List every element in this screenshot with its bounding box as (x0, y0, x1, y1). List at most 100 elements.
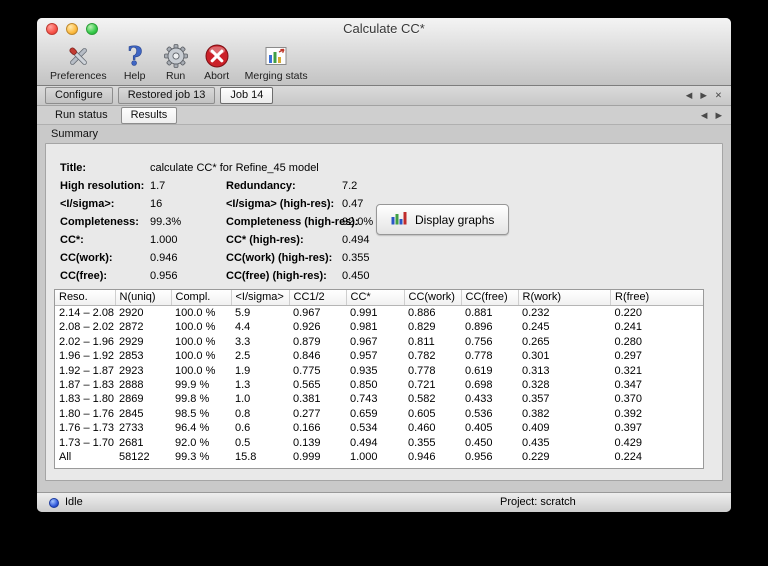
tab-results[interactable]: Results (120, 106, 178, 124)
cell-isigma: 0.6 (235, 422, 251, 435)
table-column-header[interactable]: Reso. (55, 290, 116, 306)
table-column-header[interactable]: CC1/2 (289, 290, 347, 306)
cell-nuniq: 2845 (119, 407, 144, 420)
cell-ccwork: 0.460 (408, 422, 436, 435)
cell-ccfree: 0.619 (465, 364, 493, 377)
table-column-header[interactable]: Compl. (171, 290, 232, 306)
cell-cc12: 0.999 (293, 451, 321, 464)
job-tab-controls: ◀ ▶ ✕ (686, 86, 722, 105)
table-row[interactable]: 2.02 – 1.96 2929 100.0 % 3.3 0.879 0.967… (55, 335, 703, 349)
project-label: Project: scratch (500, 496, 576, 508)
result-tab-controls: ◀ ▶ (701, 106, 722, 124)
minimize-window-button[interactable] (66, 23, 78, 35)
cell-nuniq: 2888 (119, 379, 144, 392)
table-row[interactable]: 1.73 – 1.70 2681 92.0 % 0.5 0.139 0.494 … (55, 436, 703, 450)
table-column-header[interactable]: <I/sigma> (231, 290, 290, 306)
cell-rwork: 0.232 (522, 307, 550, 319)
table-row[interactable]: 1.96 – 1.92 2853 100.0 % 2.5 0.846 0.957… (55, 349, 703, 363)
table-column-header[interactable]: CC* (346, 290, 405, 306)
help-button[interactable]: ? Help (119, 41, 151, 83)
close-window-button[interactable] (46, 23, 58, 35)
cell-compl: 99.9 % (175, 379, 210, 392)
result-tab-bar: Run status Results ◀ ▶ (37, 106, 731, 125)
cell-rfree: 0.397 (614, 422, 643, 435)
table-row[interactable]: 2.08 – 2.02 2872 100.0 % 4.4 0.926 0.981… (55, 320, 703, 334)
table-column-header[interactable]: R(work) (518, 290, 611, 306)
table-column-header[interactable]: N(uniq) (115, 290, 172, 306)
abort-button[interactable]: Abort (201, 41, 233, 83)
merging-stats-chart-icon (263, 42, 289, 70)
zoom-window-button[interactable] (86, 23, 98, 35)
cell-rfree: 0.429 (614, 436, 643, 449)
cell-rfree: 0.220 (614, 307, 643, 319)
summary-value: calculate CC* for Refine_45 model (150, 162, 319, 174)
cell-compl: 100.0 % (175, 307, 216, 319)
cell-nuniq: 2853 (119, 350, 144, 363)
cell-rfree: 0.241 (614, 321, 643, 334)
summary-value: 16 (150, 198, 163, 210)
merging-stats-button[interactable]: Merging stats (242, 41, 311, 83)
tab-close-icon[interactable]: ✕ (715, 90, 722, 101)
cell-ccstar: 0.991 (350, 307, 378, 319)
tab-run-status[interactable]: Run status (45, 107, 118, 124)
summary-value: 1.000 (150, 234, 178, 246)
run-gear-icon (163, 42, 189, 70)
window-chrome: Calculate CC* Preferences ? Help Run Abo… (37, 18, 731, 86)
table-column-header[interactable]: R(free) (610, 290, 703, 306)
table-column-header[interactable]: CC(free) (461, 290, 519, 306)
summary-label: Redundancy: (226, 180, 296, 192)
cell-cc12: 0.381 (293, 393, 321, 406)
table-row[interactable]: 1.83 – 1.80 2869 99.8 % 1.0 0.381 0.743 … (55, 392, 703, 406)
cell-compl: 99.3 % (175, 451, 210, 464)
summary-value: 7.2 (342, 180, 358, 192)
toolbar-item-label: Help (123, 70, 146, 82)
tab-restored-job-13[interactable]: Restored job 13 (117, 87, 216, 104)
run-button[interactable]: Run (160, 41, 192, 83)
table-row[interactable]: 1.76 – 1.73 2733 96.4 % 0.6 0.166 0.534 … (55, 421, 703, 435)
cell-isigma: 2.5 (235, 350, 251, 363)
tab-configure[interactable]: Configure (45, 87, 113, 104)
subtab-scroll-left-icon[interactable]: ◀ (701, 110, 708, 121)
cell-rfree: 0.370 (614, 393, 643, 406)
cell-rwork: 0.265 (522, 335, 550, 348)
cell-isigma: 5.9 (235, 307, 251, 319)
cell-rfree: 0.347 (614, 379, 643, 392)
cell-compl: 100.0 % (175, 350, 216, 363)
subtab-scroll-right-icon[interactable]: ▶ (715, 110, 722, 121)
tab-scroll-left-icon[interactable]: ◀ (686, 90, 693, 101)
cell-isigma: 1.0 (235, 393, 251, 406)
table-body: 2.14 – 2.08 2920 100.0 % 5.9 0.967 0.991… (55, 306, 703, 465)
summary-value: 0.450 (342, 270, 370, 282)
summary-label: Completeness: (60, 216, 139, 228)
cell-rwork: 0.328 (522, 379, 550, 392)
table-column-header[interactable]: CC(work) (404, 290, 462, 306)
summary-label: CC* (high-res): (226, 234, 304, 246)
summary-label: Title: (60, 162, 87, 174)
cell-reso: 1.96 – 1.92 (59, 350, 115, 363)
toolbar-item-label: Run (165, 70, 186, 82)
table-row[interactable]: 1.92 – 1.87 2923 100.0 % 1.9 0.775 0.935… (55, 364, 703, 378)
table-row[interactable]: 1.80 – 1.76 2845 98.5 % 0.8 0.277 0.659 … (55, 407, 703, 421)
cell-rwork: 0.301 (522, 350, 550, 363)
cell-ccfree: 0.405 (465, 422, 493, 435)
title-bar[interactable]: Calculate CC* (37, 18, 731, 40)
cell-ccwork: 0.355 (408, 436, 436, 449)
display-graphs-button[interactable]: Display graphs (376, 204, 510, 235)
table-row[interactable]: All 58122 99.3 % 15.8 0.999 1.000 0.946 … (55, 450, 703, 464)
cell-rfree: 0.224 (614, 451, 643, 464)
tab-scroll-right-icon[interactable]: ▶ (700, 90, 707, 101)
cell-cc12: 0.565 (293, 379, 321, 392)
status-bar: Idle Project: scratch (37, 492, 731, 512)
cell-ccfree: 0.698 (465, 379, 493, 392)
cell-nuniq: 2920 (119, 307, 144, 319)
table-row[interactable]: 1.87 – 1.83 2888 99.9 % 1.3 0.565 0.850 … (55, 378, 703, 392)
cell-ccwork: 0.886 (408, 307, 436, 319)
tab-summary[interactable]: Summary (51, 128, 98, 140)
cell-rwork: 0.409 (522, 422, 550, 435)
tab-job-14[interactable]: Job 14 (220, 87, 274, 104)
preferences-button[interactable]: Preferences (47, 41, 110, 83)
toolbar-item-label: Merging stats (244, 70, 308, 82)
summary-label: CC(work) (high-res): (226, 252, 333, 264)
table-row[interactable]: 2.14 – 2.08 2920 100.0 % 5.9 0.967 0.991… (55, 306, 703, 321)
cell-reso: 2.14 – 2.08 (59, 307, 115, 319)
